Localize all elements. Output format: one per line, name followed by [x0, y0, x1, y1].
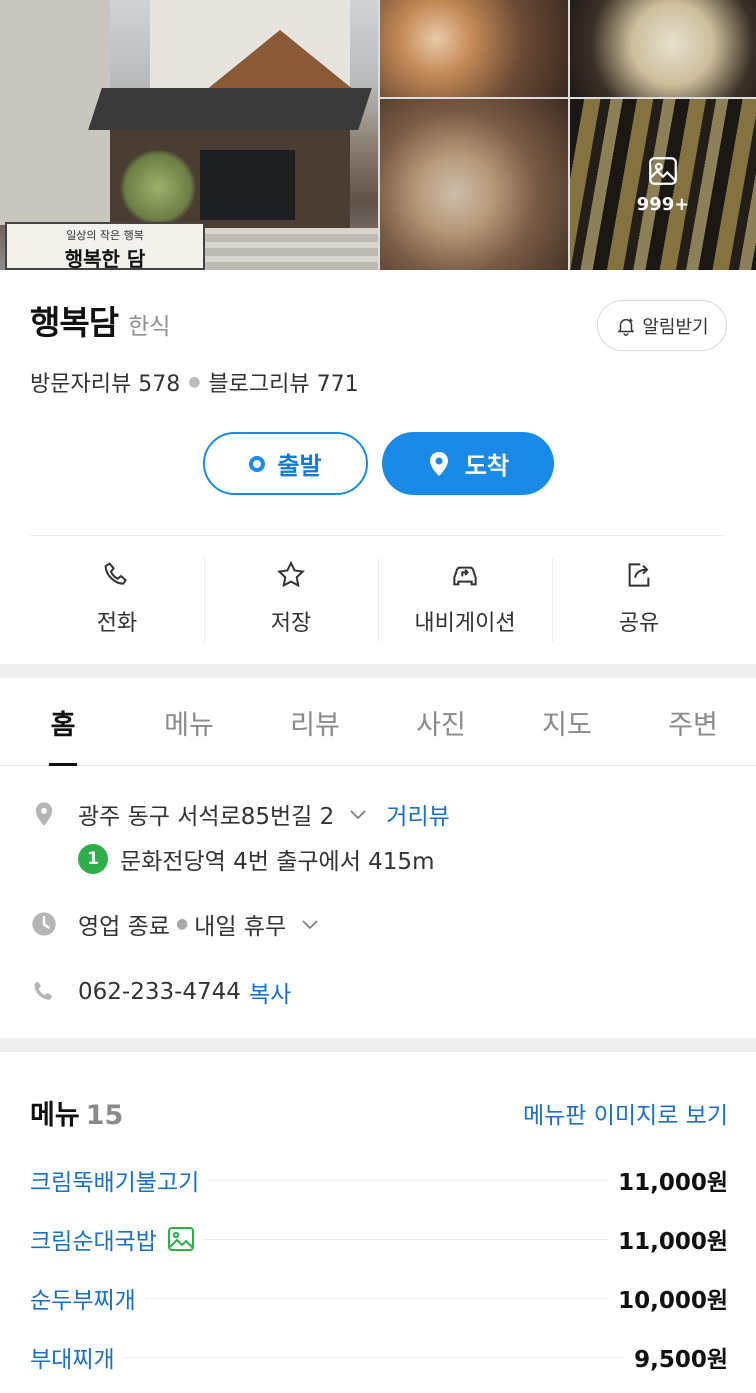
phone-icon: [34, 981, 53, 1000]
notification-button[interactable]: 알림받기: [597, 300, 727, 351]
arrive-button[interactable]: 도착: [382, 432, 554, 495]
chevron-down-icon[interactable]: [298, 912, 322, 936]
place-title-row: 행복담 한식: [30, 296, 170, 344]
place-name: 행복담: [30, 303, 119, 342]
bell-plus-icon: [618, 318, 635, 336]
photo-count: 999+: [636, 194, 690, 215]
restaurant-signboard: 일상의 작은 행복 행복한 담: [5, 222, 205, 270]
tab-menu[interactable]: 메뉴: [126, 680, 252, 765]
menu-item[interactable]: 크림뚝배기불고기 11,000원: [30, 1163, 728, 1197]
phone-icon: [104, 562, 127, 585]
tab-reviews[interactable]: 리뷰: [252, 680, 378, 765]
menu-item-name-text: 부대찌개: [30, 1347, 115, 1373]
menu-section-title: 메뉴 15: [30, 1093, 123, 1132]
dotted-leader: [145, 1297, 609, 1299]
photo-icon: [167, 1227, 194, 1251]
house-window: [200, 150, 295, 220]
visitor-reviews-link[interactable]: 방문자리뷰 578: [30, 366, 180, 398]
menu-item-name-text: 크림순대국밥: [30, 1229, 157, 1255]
share-button[interactable]: 공유: [552, 548, 726, 648]
subway-line-badge: 1: [78, 844, 108, 874]
image-icon: [649, 157, 677, 185]
menu-item[interactable]: 크림순대국밥 11,000원: [30, 1222, 728, 1256]
menu-item-name: 부대찌개: [30, 1340, 115, 1374]
arrive-label: 도착: [464, 452, 510, 480]
separator-dot: ●: [188, 374, 201, 390]
photo-gallery[interactable]: 일상의 작은 행복 행복한 담 999+: [0, 0, 756, 270]
sign-subtext: 일상의 작은 행복: [66, 229, 144, 242]
subway-row: 1 문화전당역 4번 출구에서 415m: [78, 842, 434, 876]
menu-item-price: 9,500원: [634, 1347, 728, 1373]
tab-map[interactable]: 지도: [504, 680, 630, 765]
blog-reviews-link[interactable]: 블로그리뷰 771: [208, 366, 358, 398]
depart-button[interactable]: 출발: [203, 432, 368, 495]
menu-item-name-text: 순두부찌개: [30, 1288, 136, 1314]
hours-next: 내일 휴무: [194, 914, 287, 940]
stone-steps: [205, 228, 378, 270]
notification-label: 알림받기: [642, 316, 709, 338]
phone-number[interactable]: 062-233-4744: [78, 979, 241, 1005]
roof: [88, 88, 372, 130]
menu-count: 15: [85, 1100, 124, 1131]
share-label: 공유: [618, 611, 660, 636]
sign-maintext: 행복한 담: [64, 247, 146, 270]
separator-dot: ●: [175, 916, 189, 932]
action-bar: 전화 저장 내비게이션 공유: [30, 548, 726, 648]
tab-photos[interactable]: 사진: [378, 680, 504, 765]
subway-directions: 문화전당역 4번 출구에서 415m: [120, 849, 435, 875]
call-button[interactable]: 전화: [30, 548, 204, 648]
photo-stew[interactable]: [570, 0, 756, 97]
menu-item-name-text: 크림뚝배기불고기: [30, 1170, 200, 1196]
menu-item-name: 순두부찌개: [30, 1281, 136, 1315]
photo-table-spread[interactable]: [380, 99, 568, 270]
menu-item-price: 10,000원: [618, 1288, 728, 1314]
address-row: 광주 동구 서석로85번길 2 거리뷰: [30, 797, 730, 831]
section-gap: [0, 664, 756, 678]
star-icon: [277, 560, 305, 588]
dotted-leader: [204, 1238, 609, 1240]
main-photo-building[interactable]: 일상의 작은 행복 행복한 담: [0, 0, 378, 270]
origin-dot-icon: [249, 455, 266, 472]
menu-item-name: 크림순대국밥: [30, 1222, 195, 1256]
review-summary: 방문자리뷰 578 ● 블로그리뷰 771: [30, 366, 359, 398]
location-pin-icon: [429, 451, 448, 476]
menu-item-price: 11,000원: [618, 1229, 728, 1255]
menu-item-price: 11,000원: [618, 1170, 728, 1196]
save-button[interactable]: 저장: [204, 548, 378, 648]
menu-item-name: 크림뚝배기불고기: [30, 1163, 199, 1197]
place-category: 한식: [128, 314, 171, 340]
menu-item[interactable]: 부대찌개 9,500원: [30, 1340, 728, 1374]
menu-item[interactable]: 순두부찌개 10,000원: [30, 1281, 728, 1315]
address-text[interactable]: 광주 동구 서석로85번길 2: [78, 797, 334, 831]
clock-icon: [32, 912, 56, 936]
save-label: 저장: [270, 611, 312, 636]
menu-board-image-link[interactable]: 메뉴판 이미지로 보기: [523, 1096, 728, 1130]
navigation-label: 내비게이션: [414, 611, 516, 636]
tab-nearby[interactable]: 주변: [630, 680, 756, 765]
call-label: 전화: [96, 611, 138, 636]
dotted-leader: [209, 1179, 609, 1181]
menu-title: 메뉴: [30, 1100, 80, 1131]
photo-side-dishes[interactable]: [380, 0, 568, 97]
chevron-down-icon[interactable]: [346, 802, 370, 826]
hours-status: 영업 종료: [78, 914, 170, 940]
location-pin-icon: [35, 802, 53, 826]
section-gap: [0, 1038, 756, 1052]
share-icon: [628, 563, 650, 587]
tab-home[interactable]: 홈: [0, 680, 126, 766]
phone-row: 062-233-4744 복사: [30, 975, 730, 1009]
divider: [30, 535, 726, 536]
car-navigation-icon: [453, 566, 477, 586]
dotted-leader: [124, 1356, 625, 1358]
depart-label: 출발: [277, 452, 322, 480]
street-view-link[interactable]: 거리뷰: [386, 797, 449, 831]
copy-phone-button[interactable]: 복사: [249, 975, 291, 1009]
hours-row[interactable]: 영업 종료 ● 내일 휴무: [30, 907, 730, 941]
more-photos-badge[interactable]: 999+: [570, 99, 756, 270]
tab-bar: 홈 메뉴 리뷰 사진 지도 주변: [0, 680, 756, 766]
tree: [118, 150, 198, 225]
navigation-button[interactable]: 내비게이션: [378, 548, 552, 648]
